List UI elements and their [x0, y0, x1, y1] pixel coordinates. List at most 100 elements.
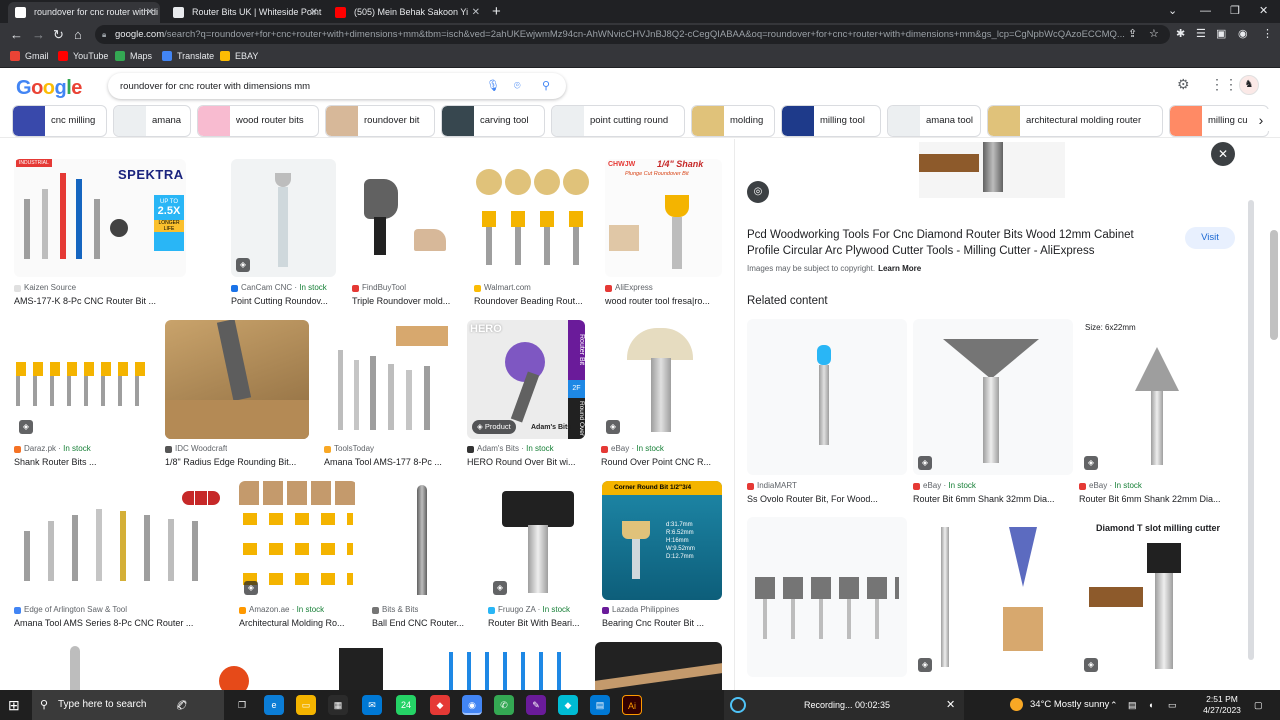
- result-title[interactable]: Amana Tool AMS-177 8-Pc ...: [324, 457, 452, 467]
- result-tile[interactable]: [299, 642, 425, 690]
- result-tile[interactable]: HERO Router Bit 2F Round Over Adam's Bit…: [467, 320, 585, 472]
- new-tab-button[interactable]: +: [492, 1, 501, 22]
- phone-icon[interactable]: ✆: [494, 695, 514, 715]
- taskbar-search[interactable]: ⚲ Type here to search: [32, 690, 224, 720]
- result-tile[interactable]: [595, 642, 722, 690]
- widgets-icon[interactable]: 🏈︎: [172, 695, 192, 715]
- result-tile[interactable]: CHWJW 1/4" Shank Plunge Cut Roundover Bi…: [605, 159, 722, 311]
- result-title[interactable]: Ball End CNC Router...: [372, 618, 473, 628]
- result-tile[interactable]: ToolsToday Amana Tool AMS-177 8-Pc ...: [324, 320, 452, 472]
- related-tile[interactable]: ◈ eBay · In stock Router Bit 6mm Shank 3…: [913, 319, 1073, 509]
- related-title[interactable]: Router Bit 6mm Shank 32mm Dia...: [913, 494, 1073, 504]
- result-title[interactable]: Bearing Cnc Router Bit ...: [602, 618, 722, 628]
- visit-button[interactable]: Visit: [1185, 227, 1235, 249]
- result-title[interactable]: Round Over Point CNC R...: [601, 457, 721, 467]
- paint-icon[interactable]: ✎: [526, 695, 546, 715]
- chip-architectural-molding-router[interactable]: architectural molding router: [987, 105, 1163, 137]
- close-tab-icon[interactable]: ✕: [146, 2, 154, 23]
- bookmark-gmail[interactable]: Gmail: [10, 46, 49, 67]
- result-title[interactable]: wood router tool fresa|ro...: [605, 296, 722, 306]
- result-tile[interactable]: Bits & Bits Ball End CNC Router...: [372, 481, 473, 633]
- chip-milling-tool[interactable]: milling tool: [781, 105, 881, 137]
- result-title[interactable]: Roundover Beading Rout...: [474, 296, 590, 306]
- result-tile[interactable]: [151, 642, 285, 690]
- account-avatar[interactable]: ♞: [1239, 75, 1259, 95]
- chips-scroll-right-icon[interactable]: ›: [1250, 109, 1272, 131]
- result-tile[interactable]: ◈ eBay · In stock Round Over Point CNC R…: [601, 320, 721, 472]
- tray-chevron-icon[interactable]: ⌃: [1110, 690, 1118, 720]
- app-icon[interactable]: ◆: [430, 695, 450, 715]
- panel-scrollbar[interactable]: [1248, 200, 1254, 660]
- result-tile[interactable]: ◈ CanCam CNC · In stock Point Cutting Ro…: [231, 159, 336, 311]
- tab-router-bits-uk[interactable]: Router Bits UK | Whiteside Point ✕: [166, 2, 324, 23]
- bookmark-youtube[interactable]: YouTube: [58, 46, 108, 67]
- home-icon[interactable]: ⌂: [74, 23, 82, 46]
- result-tile[interactable]: Corner Round Bit 1/2"3/4 d:31.7mm R:6.52m…: [602, 481, 722, 633]
- bookmark-translate[interactable]: Translate: [162, 46, 214, 67]
- chip-wood-router-bits[interactable]: wood router bits: [197, 105, 319, 137]
- side-panel-icon[interactable]: ▣: [1216, 23, 1226, 46]
- profile-icon[interactable]: ◉: [1238, 23, 1248, 46]
- close-preview-icon[interactable]: ✕: [1211, 142, 1235, 166]
- chip-carving-tool[interactable]: carving tool: [441, 105, 545, 137]
- search-icon[interactable]: ⚲: [542, 73, 550, 99]
- close-tab-icon[interactable]: ✕: [310, 2, 318, 23]
- search-input[interactable]: [120, 77, 470, 95]
- related-title[interactable]: Ss Ovolo Router Bit, For Wood...: [747, 494, 907, 504]
- result-tile[interactable]: IDC Woodcraft 1/8" Radius Edge Rounding …: [165, 320, 309, 472]
- share-icon[interactable]: ⇪: [1128, 23, 1137, 46]
- windows-start-icon[interactable]: ⊞: [8, 690, 20, 720]
- result-tile[interactable]: ◈ Amazon.ae · In stock Architectural Mol…: [239, 481, 357, 633]
- result-title[interactable]: Point Cutting Roundov...: [231, 296, 336, 306]
- related-tile[interactable]: ◈: [913, 517, 1073, 677]
- settings-gear-icon[interactable]: ⚙: [1177, 76, 1190, 93]
- lens-icon[interactable]: ◎: [747, 181, 769, 203]
- battery-icon[interactable]: ▭: [1168, 690, 1177, 720]
- tab-google-images[interactable]: roundover for cnc router with di ✕: [8, 2, 160, 23]
- chip-point-cutting-round[interactable]: point cutting round: [551, 105, 685, 137]
- volume-icon[interactable]: ◖: [1148, 690, 1153, 720]
- related-tile[interactable]: IndiaMART Ss Ovolo Router Bit, For Wood.…: [747, 319, 907, 509]
- chip-amana-tool[interactable]: amana tool: [887, 105, 981, 137]
- edge-icon[interactable]: e: [264, 695, 284, 715]
- network-icon[interactable]: ▤: [1128, 690, 1137, 720]
- preview-title[interactable]: Pcd Woodworking Tools For Cnc Diamond Ro…: [747, 227, 1167, 259]
- chip-cnc-milling[interactable]: cnc milling: [12, 105, 107, 137]
- stop-recording-icon[interactable]: ✕: [946, 690, 955, 720]
- result-title[interactable]: HERO Round Over Bit wi...: [467, 457, 585, 467]
- back-icon[interactable]: ←: [10, 23, 23, 46]
- result-title[interactable]: 1/8" Radius Edge Rounding Bit...: [165, 457, 309, 467]
- result-tile[interactable]: ◈ Daraz.pk · In stock Shank Router Bits …: [14, 320, 150, 472]
- minimize-icon[interactable]: —: [1200, 0, 1211, 22]
- apps-grid-icon[interactable]: ⋮⋮: [1210, 76, 1238, 93]
- preview-image[interactable]: [919, 142, 1065, 198]
- chrome-icon[interactable]: ◉: [462, 695, 482, 715]
- forward-icon[interactable]: →: [32, 23, 45, 46]
- restore-icon[interactable]: ❐: [1230, 0, 1240, 22]
- page-scrollbar[interactable]: [1270, 230, 1278, 340]
- result-title[interactable]: Router Bit With Beari...: [488, 618, 588, 628]
- system-clock[interactable]: 2:51 PM 4/27/2023: [1200, 694, 1244, 716]
- address-bar[interactable]: 🔒︎ google.com/search?q=roundover+for+cnc…: [95, 25, 1170, 44]
- close-tab-icon[interactable]: ✕: [472, 2, 480, 23]
- task-view-icon[interactable]: ❐: [232, 695, 252, 715]
- result-tile[interactable]: Walmart.com Roundover Beading Rout...: [474, 159, 590, 311]
- bookmark-maps[interactable]: Maps: [115, 46, 152, 67]
- weather-widget[interactable]: 34°C Mostly sunny: [1010, 690, 1109, 720]
- related-tile[interactable]: Size: 6x22mm ◈ eBay · In stock Router Bi…: [1079, 319, 1237, 509]
- bookmark-star-icon[interactable]: ☆: [1149, 23, 1159, 46]
- tab-youtube[interactable]: (505) Mein Behak Sakoon Yi ✕: [328, 2, 486, 23]
- result-tile[interactable]: Edge of Arlington Saw & Tool Amana Tool …: [14, 481, 224, 633]
- store-icon[interactable]: ▦: [328, 695, 348, 715]
- result-title[interactable]: Triple Roundover mold...: [352, 296, 457, 306]
- chip-amana[interactable]: amana: [113, 105, 191, 137]
- voice-search-icon[interactable]: 🎙︎: [486, 73, 500, 99]
- notifications-icon[interactable]: ▢: [1254, 690, 1263, 720]
- related-tile[interactable]: [747, 517, 907, 677]
- drop-icon[interactable]: ◆: [558, 695, 578, 715]
- tab-search-icon[interactable]: ⌄: [1168, 0, 1177, 22]
- bookmark-ebay[interactable]: EBAY: [220, 46, 258, 67]
- chip-molding[interactable]: molding: [691, 105, 775, 137]
- result-title[interactable]: AMS-177-K 8-Pc CNC Router Bit ...: [14, 296, 186, 306]
- result-title[interactable]: Amana Tool AMS Series 8-Pc CNC Router ..…: [14, 618, 224, 628]
